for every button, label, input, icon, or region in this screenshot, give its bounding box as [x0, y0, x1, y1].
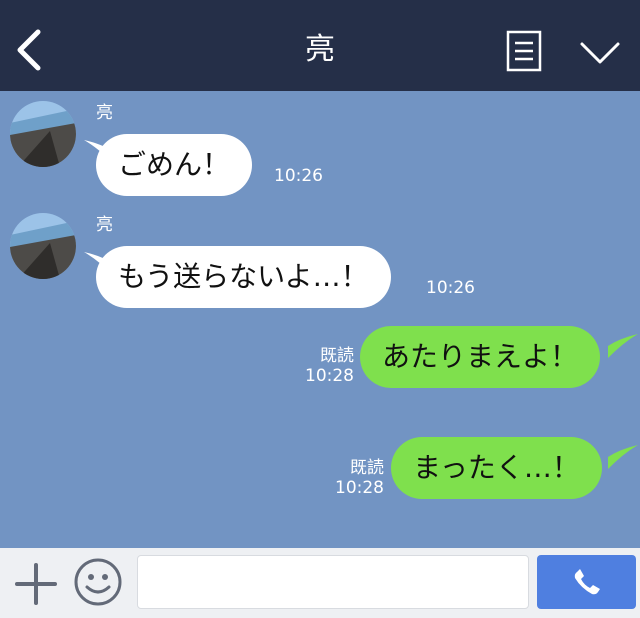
chat-title: 亮 — [305, 32, 335, 67]
message-bubble[interactable]: ごめん！ — [96, 134, 253, 196]
message-input[interactable] — [137, 555, 529, 609]
chat-header: 亮 — [0, 0, 640, 91]
sender-name: 亮 — [96, 103, 113, 123]
read-receipt: 既読 — [320, 346, 354, 366]
chevron-down-icon — [580, 42, 620, 64]
message-time: 10:28 — [335, 478, 384, 498]
message-bubble[interactable]: もう送らないよ…！ — [96, 246, 391, 308]
list-icon — [506, 30, 542, 72]
avatar-image — [10, 101, 76, 167]
message-time: 10:26 — [274, 166, 323, 186]
sticker-button[interactable] — [73, 557, 123, 607]
message-bubble[interactable]: あたりまえよ！ — [360, 326, 601, 388]
phone-icon — [574, 569, 600, 595]
avatar[interactable] — [10, 101, 76, 167]
sender-name: 亮 — [96, 215, 113, 235]
call-button[interactable] — [537, 555, 636, 609]
menu-button[interactable] — [506, 30, 542, 72]
message-bubble[interactable]: まったく…！ — [391, 437, 602, 499]
attach-button[interactable] — [14, 562, 58, 606]
bubble-tail — [608, 445, 638, 469]
smiley-icon — [74, 558, 122, 606]
message-time: 10:26 — [426, 278, 475, 298]
avatar[interactable] — [10, 213, 76, 279]
read-receipt: 既読 — [350, 458, 384, 478]
expand-button[interactable] — [578, 38, 622, 68]
plus-icon — [15, 563, 57, 605]
message-time: 10:28 — [305, 366, 354, 386]
bubble-tail — [608, 334, 638, 358]
avatar-image — [10, 213, 76, 279]
